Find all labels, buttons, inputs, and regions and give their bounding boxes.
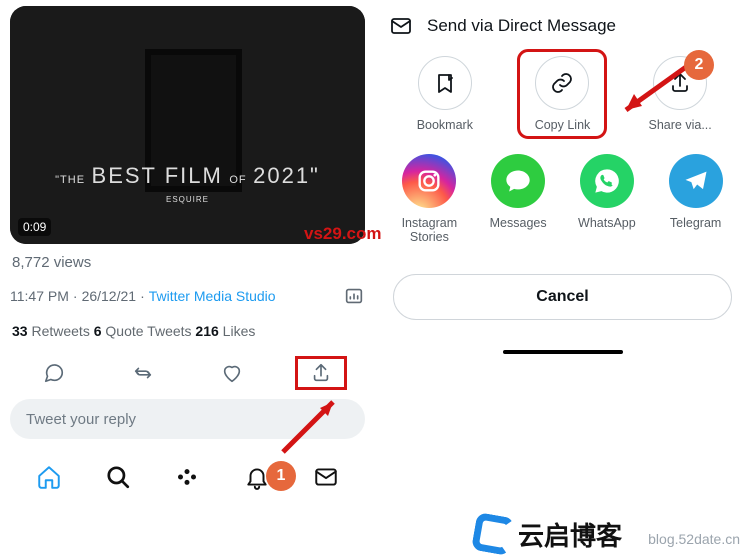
share-icon[interactable] xyxy=(296,357,346,389)
messages-option[interactable]: Messages xyxy=(478,154,558,244)
spaces-icon[interactable] xyxy=(162,459,212,495)
video-thumbnail[interactable]: "THE BEST FILM OF 2021" ESQUIRE 0:09 xyxy=(10,6,365,244)
watermark-b: blog.52date.cn xyxy=(648,531,740,547)
annotation-step-2: 2 xyxy=(684,50,714,80)
whatsapp-option[interactable]: WhatsApp xyxy=(567,154,647,244)
instagram-stories-option[interactable]: Instagram Stories xyxy=(389,154,469,244)
envelope-icon xyxy=(389,14,413,38)
telegram-option[interactable]: Telegram xyxy=(656,154,736,244)
like-icon[interactable] xyxy=(207,357,257,389)
tweet-meta: 11:47 PM · 26/12/21 · Twitter Media Stud… xyxy=(10,285,365,307)
view-count: 8,772 views xyxy=(12,254,363,271)
link-icon xyxy=(535,56,589,110)
watermark-logo: 云启博客 xyxy=(474,515,622,553)
annotation-arrow-1 xyxy=(278,392,348,462)
bookmark-option[interactable]: Bookmark xyxy=(405,56,485,132)
tweet-stats: 33 Retweets 6 Quote Tweets 216 Likes xyxy=(12,323,363,339)
tweet-time: 11:47 PM xyxy=(10,288,69,304)
send-dm-row[interactable]: Send via Direct Message xyxy=(385,12,740,56)
telegram-icon xyxy=(669,154,723,208)
cancel-button[interactable]: Cancel xyxy=(393,274,732,320)
analytics-icon[interactable] xyxy=(343,285,365,307)
tweet-date: 26/12/21 xyxy=(82,288,137,304)
messages-app-icon xyxy=(491,154,545,208)
watermark-a: vs29.com xyxy=(304,224,382,244)
home-icon[interactable] xyxy=(24,459,74,495)
send-dm-label: Send via Direct Message xyxy=(427,16,616,36)
reply-icon[interactable] xyxy=(29,357,79,389)
tweet-actions xyxy=(10,357,365,389)
home-indicator xyxy=(503,350,623,354)
video-overlay-text: "THE BEST FILM OF 2021" ESQUIRE xyxy=(10,163,365,204)
messages-icon[interactable] xyxy=(301,459,351,495)
retweet-icon[interactable] xyxy=(118,357,168,389)
annotation-arrow-2 xyxy=(616,62,696,122)
whatsapp-icon xyxy=(580,154,634,208)
copy-link-option[interactable]: Copy Link xyxy=(522,54,602,134)
search-icon[interactable] xyxy=(93,459,143,495)
video-duration: 0:09 xyxy=(18,218,51,236)
instagram-icon xyxy=(402,154,456,208)
annotation-step-1: 1 xyxy=(266,461,296,491)
bookmark-icon xyxy=(418,56,472,110)
tweet-source[interactable]: Twitter Media Studio xyxy=(149,288,276,304)
